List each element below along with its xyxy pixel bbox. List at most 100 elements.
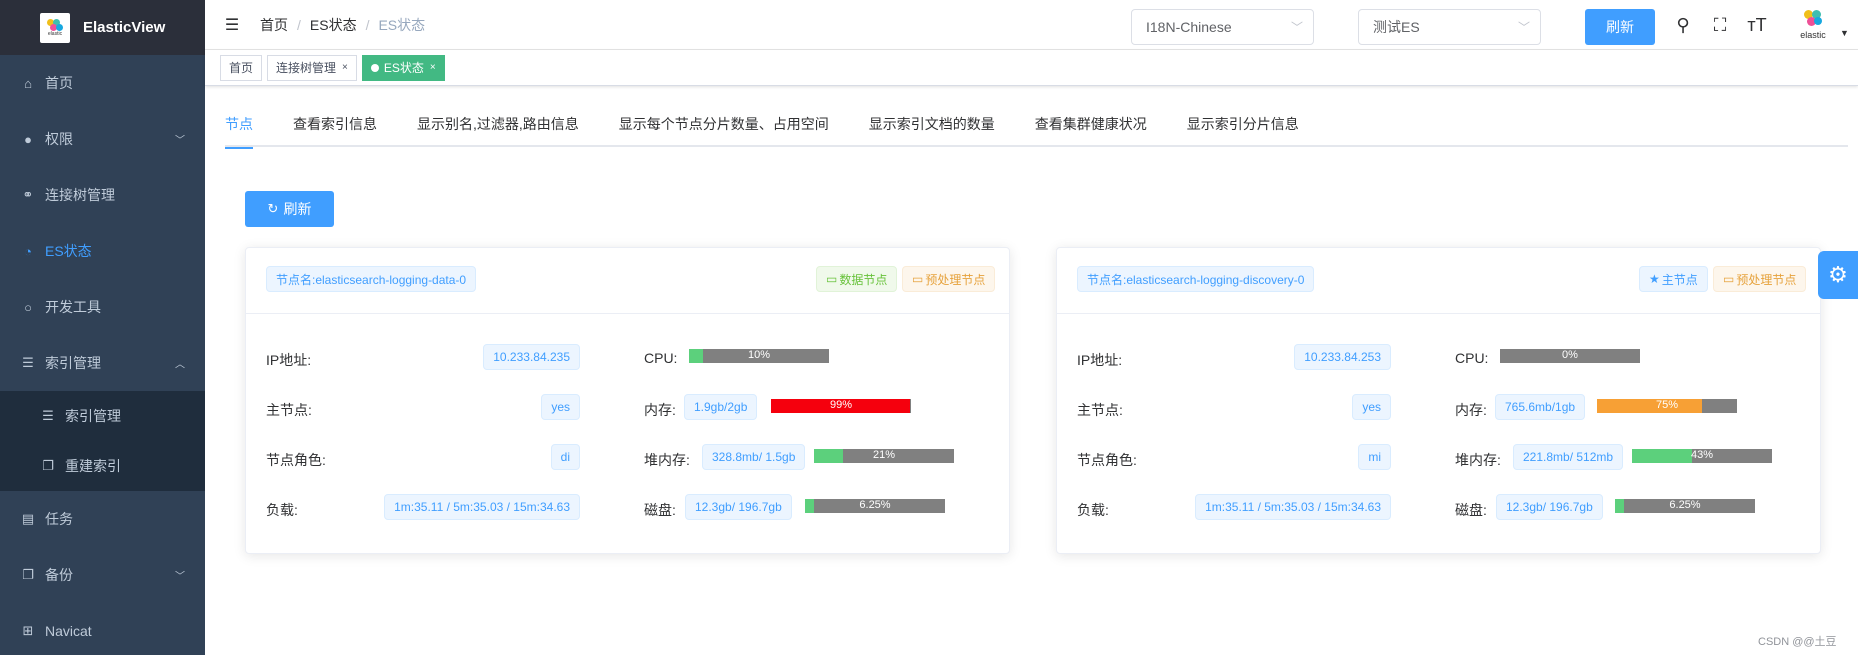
- breadcrumb: 首页 / ES状态 / ES状态: [260, 15, 425, 35]
- node-card: 节点名:elasticsearch-logging-discovery-0 ★ 主…: [1056, 247, 1821, 554]
- tab-aliases[interactable]: 显示别名,过滤器,路由信息: [397, 100, 599, 147]
- memory-percent: 99%: [829, 399, 853, 411]
- sidebar-item-label: 重建索引: [65, 458, 121, 474]
- sidebar-item-tasks[interactable]: ▤ 任务: [0, 491, 205, 547]
- master-value: yes: [1352, 394, 1391, 420]
- node-name-tag: 节点名:elasticsearch-logging-data-0: [266, 266, 477, 292]
- sidebar-item-home[interactable]: ⌂ 首页: [0, 55, 205, 111]
- elastic-logo: elastic: [40, 12, 70, 43]
- tab-index-info[interactable]: 查看索引信息: [273, 100, 397, 147]
- caret-down-icon[interactable]: ▼: [1840, 28, 1849, 38]
- sidebar-item-index-management[interactable]: ☰ 索引管理 ︿: [0, 335, 205, 391]
- language-select[interactable]: I18N-Chinese ﹀: [1131, 9, 1314, 45]
- breadcrumb-current: ES状态: [378, 16, 426, 33]
- sidebar-item-label: 连接树管理: [45, 187, 115, 203]
- sidebar-subitem-index-management[interactable]: ☰ 索引管理: [0, 391, 205, 441]
- badge-label: 预处理节点: [1736, 272, 1797, 287]
- memory-percent: 75%: [1655, 399, 1679, 411]
- node-card: 节点名:elasticsearch-logging-data-0 ▭ 数据节点 ▭…: [245, 247, 1010, 554]
- logo-text: elastic: [47, 30, 63, 37]
- memory-progress: 75%: [1597, 399, 1737, 413]
- top-navbar: ☰ 首页 / ES状态 / ES状态 I18N-Chinese ﹀ 测试ES ﹀…: [205, 0, 1858, 50]
- master-node-tag: ★ 主节点: [1639, 266, 1708, 292]
- sidebar-item-label: 备份: [45, 567, 73, 583]
- cpu-label: CPU:: [644, 350, 678, 366]
- plus-box-icon: ⊞: [22, 623, 34, 638]
- role-label: 节点角色:: [266, 452, 326, 468]
- breadcrumb-separator: /: [365, 16, 370, 33]
- tab-shards[interactable]: 显示索引分片信息: [1167, 100, 1319, 147]
- disk-value: 12.3gb/ 196.7gb: [1496, 494, 1603, 520]
- sidebar-item-label: 权限: [45, 131, 73, 147]
- ip-label: IP地址:: [1077, 352, 1123, 368]
- data-node-tag: ▭ 数据节点: [816, 266, 898, 292]
- breadcrumb-parent[interactable]: ES状态: [310, 15, 357, 35]
- tab-shard-allocation[interactable]: 显示每个节点分片数量、占用空间: [599, 100, 849, 147]
- ip-value: 10.233.84.235: [483, 344, 580, 370]
- heap-label: 堆内存:: [1455, 452, 1501, 468]
- sidebar: elastic ElasticView ⌂ 首页 ● 权限 ﹀ ⚭ 连接树管理 ◔ ES状…: [0, 0, 205, 655]
- font-size-icon[interactable]: ᴛT: [1746, 14, 1768, 36]
- avatar-logo: [1804, 10, 1822, 26]
- watermark: CSDN @@土豆: [1758, 636, 1837, 648]
- sidebar-item-backup[interactable]: ❐ 备份 ﹀: [0, 547, 205, 603]
- document-icon: ▤: [21, 511, 35, 526]
- connection-select[interactable]: 测试ES ﹀: [1358, 9, 1541, 45]
- header-refresh-button[interactable]: 刷新: [1585, 9, 1655, 45]
- sidebar-item-es-status[interactable]: ◔ ES状态: [0, 223, 205, 279]
- node-name-tag: 节点名:elasticsearch-logging-discovery-0: [1077, 266, 1315, 292]
- node-card-header: 节点名:elasticsearch-logging-data-0 ▭ 数据节点 ▭…: [246, 248, 1009, 314]
- close-icon[interactable]: ×: [342, 62, 348, 73]
- home-icon: ⌂: [24, 75, 32, 91]
- role-label: 节点角色:: [1077, 452, 1137, 468]
- disk-value: 12.3gb/ 196.7gb: [685, 494, 792, 520]
- sidebar-item-dev-tools[interactable]: ○ 开发工具: [0, 279, 205, 335]
- cpu-percent: 10%: [747, 349, 771, 361]
- badge-label: 预处理节点: [925, 272, 986, 287]
- copy-icon: ❐: [42, 458, 54, 473]
- memory-value: 765.6mb/1gb: [1495, 394, 1586, 420]
- tag-connections[interactable]: 连接树管理 ×: [267, 54, 357, 81]
- tab-doc-count[interactable]: 显示索引文档的数量: [849, 100, 1015, 147]
- breadcrumb-home[interactable]: 首页: [260, 15, 288, 35]
- avatar[interactable]: elastic: [1794, 10, 1832, 46]
- app-title: ElasticView: [83, 19, 166, 36]
- master-label: 主节点:: [1077, 402, 1123, 418]
- sidebar-item-permissions[interactable]: ● 权限 ﹀: [0, 111, 205, 167]
- memory-label: 内存:: [1455, 402, 1487, 418]
- tab-cluster-health[interactable]: 查看集群健康状况: [1015, 100, 1167, 147]
- sidebar-item-navicat[interactable]: ⊞ Navicat: [0, 603, 205, 659]
- gear-icon: ⚙: [1828, 262, 1848, 287]
- tab-nodes[interactable]: 节点: [225, 100, 273, 149]
- settings-button[interactable]: ⚙: [1818, 251, 1858, 299]
- user-icon: ●: [24, 131, 32, 147]
- disk-label: 磁盘:: [1455, 502, 1487, 518]
- master-value: yes: [541, 394, 580, 420]
- refresh-icon: ↻: [267, 201, 279, 216]
- close-icon[interactable]: ×: [430, 62, 436, 73]
- tag-label: 连接树管理: [276, 61, 337, 75]
- tag-home[interactable]: 首页: [220, 54, 263, 81]
- sidebar-subitem-reindex[interactable]: ❐ 重建索引: [0, 441, 205, 491]
- memory-progress: 99%: [771, 399, 911, 413]
- badge-label: 主节点: [1661, 272, 1698, 287]
- chevron-down-icon: ﹀: [1517, 20, 1530, 35]
- sidebar-item-connections[interactable]: ⚭ 连接树管理: [0, 167, 205, 223]
- tag-label: ES状态: [383, 61, 424, 75]
- copy-icon: ❐: [22, 567, 34, 582]
- disk-progress: 6.25%: [805, 499, 945, 513]
- hamburger-icon[interactable]: ☰: [221, 14, 243, 36]
- search-icon[interactable]: ⚲: [1672, 14, 1694, 36]
- sidebar-item-label: 任务: [45, 511, 73, 527]
- refresh-button[interactable]: ↻ 刷新: [245, 191, 334, 227]
- node-card-header: 节点名:elasticsearch-logging-discovery-0 ★ 主…: [1057, 248, 1820, 314]
- sidebar-item-label: 索引管理: [65, 408, 121, 424]
- sidebar-item-label: ES状态: [45, 243, 92, 259]
- heap-percent: 21%: [872, 449, 896, 461]
- fullscreen-icon[interactable]: ⛶: [1709, 14, 1731, 36]
- active-dot-icon: [370, 63, 379, 72]
- logo-area: elastic ElasticView: [0, 0, 205, 55]
- load-value: 1m:35.11 / 5m:35.03 / 15m:34.63: [384, 494, 580, 520]
- tag-es-status[interactable]: ES状态 ×: [361, 54, 445, 81]
- heap-value: 221.8mb/ 512mb: [1513, 444, 1624, 470]
